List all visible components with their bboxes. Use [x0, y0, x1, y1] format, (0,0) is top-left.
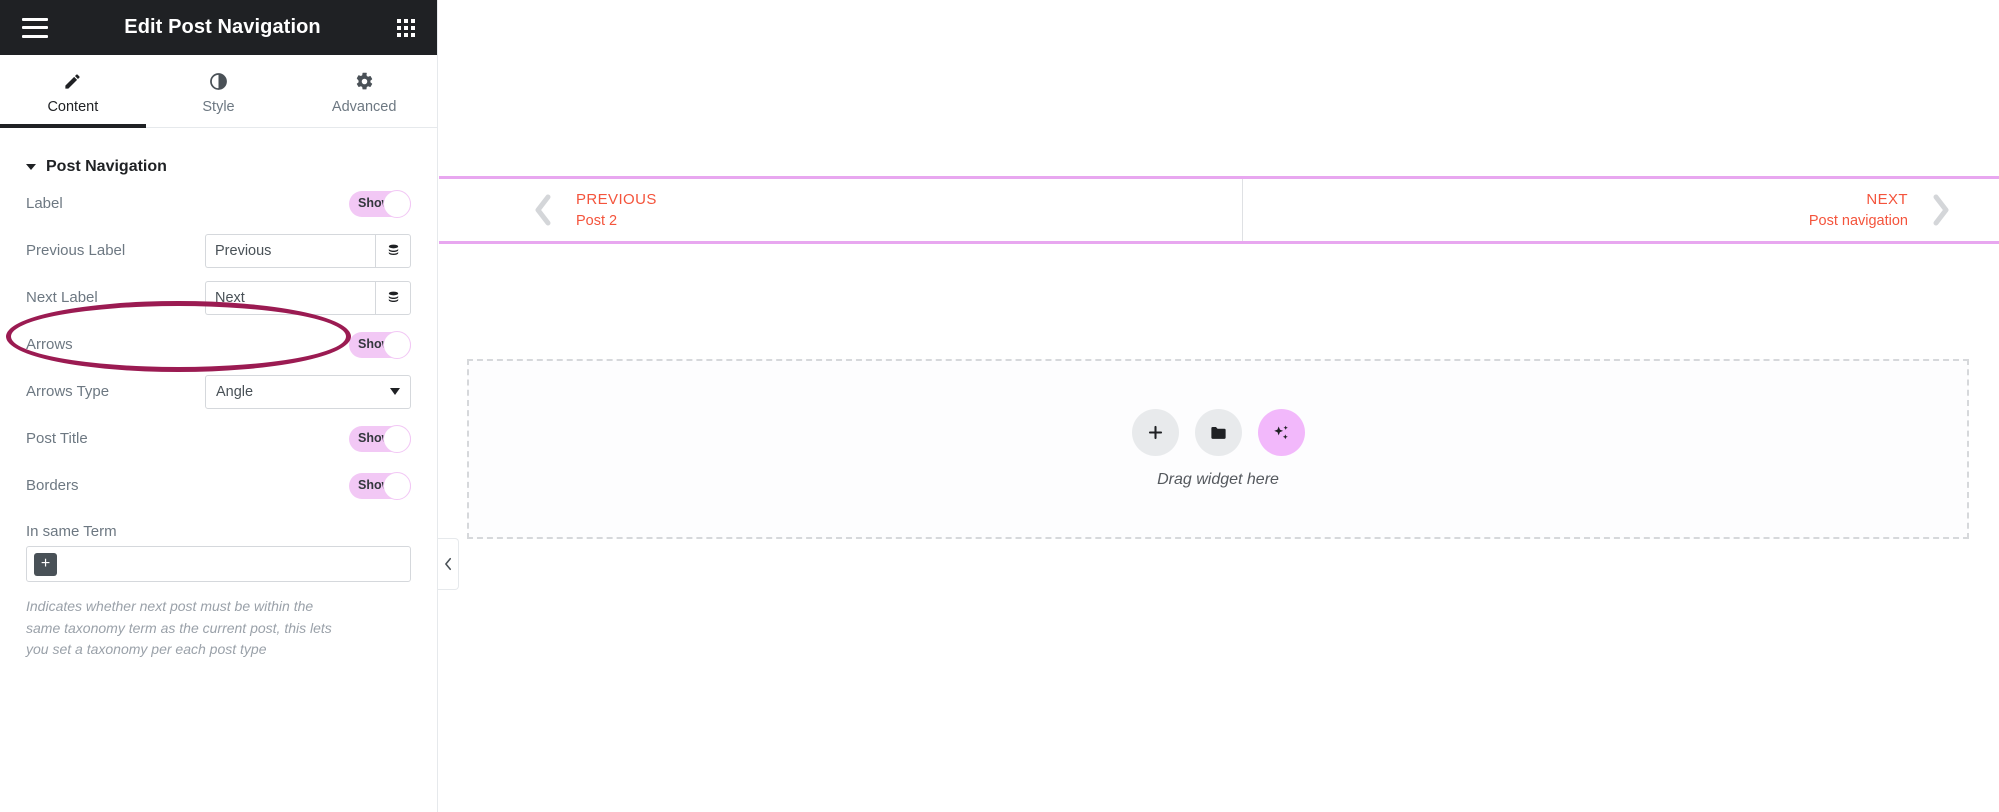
- label-toggle[interactable]: Show: [349, 189, 411, 218]
- elementor-editor-screen: Edit Post Navigation Content Style Advan…: [0, 0, 1999, 812]
- control-row-label: Label Show: [0, 180, 437, 227]
- editor-canvas: PREVIOUS Post 2 NEXT Post navigation Dra…: [439, 0, 1999, 812]
- dynamic-tags-icon[interactable]: [375, 233, 411, 268]
- chevron-down-icon: [390, 388, 400, 395]
- toggle-knob: [383, 424, 411, 453]
- control-row-borders: Borders Show: [0, 462, 437, 509]
- post-title-toggle[interactable]: Show: [349, 424, 411, 453]
- panel-header: Edit Post Navigation: [0, 0, 437, 55]
- section-title: Post Navigation: [46, 158, 167, 175]
- previous-label-field: [205, 233, 411, 268]
- post-navigation-previous[interactable]: PREVIOUS Post 2: [439, 179, 1242, 241]
- panel-body: Post Navigation Label Show Previous Labe…: [0, 128, 437, 812]
- ai-button[interactable]: [1257, 409, 1305, 456]
- control-row-arrows-type: Arrows Type Angle: [0, 368, 437, 415]
- control-row-arrows: Arrows Show: [0, 321, 437, 368]
- panel-tabs: Content Style Advanced: [0, 55, 437, 128]
- in-same-term-field[interactable]: +: [26, 546, 411, 582]
- control-row-previous-label: Previous Label: [0, 227, 437, 274]
- page-title: Edit Post Navigation: [124, 16, 321, 38]
- tab-content-label: Content: [47, 98, 99, 115]
- chevron-right-icon: [1930, 193, 1952, 227]
- next-text-block: NEXT Post navigation: [1809, 191, 1908, 229]
- tab-style-label: Style: [202, 98, 235, 115]
- control-label: Next Label: [26, 289, 98, 306]
- tab-advanced[interactable]: Advanced: [291, 55, 437, 127]
- toggle-knob: [383, 189, 411, 218]
- control-label: Arrows: [26, 336, 73, 353]
- next-label-field: [205, 280, 411, 315]
- grid-apps-icon[interactable]: [397, 18, 415, 37]
- in-same-term-label: In same Term: [26, 523, 117, 540]
- next-kicker: NEXT: [1866, 191, 1908, 208]
- previous-kicker: PREVIOUS: [576, 191, 657, 208]
- in-same-term-help: Indicates whether next post must be with…: [26, 598, 332, 658]
- control-label: Post Title: [26, 430, 88, 447]
- control-label: Label: [26, 195, 63, 212]
- next-post-title: Post navigation: [1808, 213, 1908, 229]
- tab-style[interactable]: Style: [146, 55, 292, 127]
- arrows-type-select[interactable]: Angle: [205, 374, 411, 409]
- control-label: Previous Label: [26, 242, 126, 259]
- borders-toggle[interactable]: Show: [349, 471, 411, 500]
- pencil-icon: [63, 72, 82, 92]
- widget-dropzone[interactable]: Drag widget here: [467, 359, 1969, 539]
- dropzone-label: Drag widget here: [1157, 471, 1279, 488]
- panel-collapse-button[interactable]: [438, 538, 459, 590]
- editor-panel: Edit Post Navigation Content Style Advan…: [0, 0, 438, 812]
- contrast-half-circle-icon: [209, 72, 228, 92]
- chevron-left-icon: [532, 193, 554, 227]
- previous-label-input[interactable]: [205, 233, 375, 268]
- toggle-knob: [383, 471, 411, 500]
- control-row-next-label: Next Label: [0, 274, 437, 321]
- toggle-knob: [383, 330, 411, 359]
- add-template-button[interactable]: [1194, 409, 1242, 456]
- dropzone-buttons: [1131, 409, 1305, 456]
- tab-content[interactable]: Content: [0, 55, 146, 128]
- section-post-navigation[interactable]: Post Navigation: [0, 128, 437, 180]
- post-navigation-widget[interactable]: PREVIOUS Post 2 NEXT Post navigation: [439, 176, 1999, 244]
- dynamic-tags-icon[interactable]: [375, 280, 411, 315]
- arrows-toggle[interactable]: Show: [349, 330, 411, 359]
- caret-down-icon: [26, 164, 36, 170]
- arrows-type-value: Angle: [216, 383, 254, 400]
- next-label-input[interactable]: [205, 280, 375, 315]
- post-navigation-next[interactable]: NEXT Post navigation: [1241, 179, 1999, 241]
- previous-post-title: Post 2: [576, 213, 618, 229]
- add-widget-button[interactable]: [1131, 409, 1179, 456]
- previous-text-block: PREVIOUS Post 2: [576, 191, 657, 229]
- gear-icon: [355, 72, 374, 92]
- add-term-button[interactable]: +: [34, 552, 57, 576]
- hamburger-icon[interactable]: [22, 17, 48, 38]
- control-row-post-title: Post Title Show: [0, 415, 437, 462]
- tab-advanced-label: Advanced: [331, 98, 397, 115]
- control-label: Arrows Type: [26, 383, 110, 400]
- control-label: Borders: [26, 477, 79, 494]
